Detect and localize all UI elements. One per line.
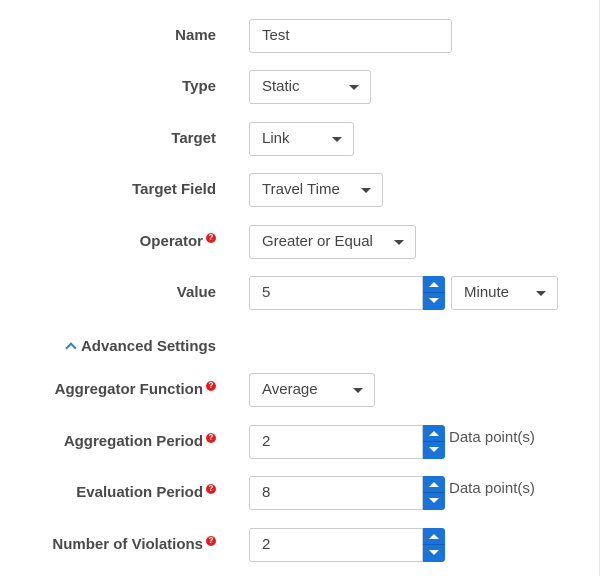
stepper-up-icon[interactable] [423, 476, 445, 493]
target-field-select[interactable]: Travel Time [249, 173, 383, 207]
operator-select-value: Greater or Equal [262, 233, 373, 250]
name-label: Name [175, 27, 216, 44]
value-row: Value 5 Minute [0, 276, 600, 310]
operator-row: Operator? Greater or Equal [0, 225, 600, 259]
question-icon[interactable]: ? [206, 484, 216, 494]
caret-down-icon [394, 240, 404, 245]
number-of-violations-label: Number of Violations? [52, 528, 216, 562]
advanced-settings-toggle[interactable]: Advanced Settings [65, 338, 216, 356]
evaluation-period-unit: Data point(s) [449, 480, 535, 497]
evaluation-period-row: Evaluation Period? 8 Data point(s) [0, 476, 600, 510]
number-of-violations-input[interactable]: 2 [249, 528, 423, 562]
unit-select[interactable]: Minute [451, 276, 558, 310]
stepper-down-icon[interactable] [423, 493, 445, 510]
question-icon[interactable]: ? [206, 381, 216, 391]
caret-down-icon [332, 137, 342, 142]
evaluation-period-stepper [423, 476, 445, 510]
stepper-down-icon[interactable] [423, 442, 445, 459]
target-select-value: Link [262, 130, 290, 147]
unit-select-value: Minute [464, 284, 510, 301]
aggregation-period-input[interactable]: 2 [249, 425, 423, 459]
type-row: Type Static [0, 70, 600, 104]
stepper-up-icon[interactable] [423, 528, 445, 545]
target-field-select-value: Travel Time [262, 181, 340, 198]
target-field-row: Target Field Travel Time [0, 173, 600, 207]
target-row: Target Link [0, 122, 600, 156]
target-label: Target [171, 130, 216, 147]
chevron-up-icon [65, 342, 77, 354]
value-label: Value [176, 284, 216, 301]
question-icon[interactable]: ? [206, 233, 216, 243]
question-icon[interactable]: ? [206, 536, 216, 546]
aggregation-period-label: Aggregation Period? [64, 425, 216, 459]
type-select-value: Static [262, 78, 300, 95]
operator-label: Operator? [140, 225, 216, 259]
aggregator-function-row: Aggregator Function? Average [0, 373, 600, 407]
operator-select[interactable]: Greater or Equal [249, 225, 416, 259]
caret-down-icon [361, 188, 371, 193]
name-row: Name Test [0, 19, 600, 53]
question-icon[interactable]: ? [206, 433, 216, 443]
evaluation-period-input[interactable]: 8 [249, 476, 423, 510]
type-label: Type [182, 78, 216, 95]
value-input[interactable]: 5 [249, 276, 423, 310]
aggregator-function-label: Aggregator Function? [55, 373, 216, 407]
aggregation-period-stepper [423, 425, 445, 459]
aggregator-function-select[interactable]: Average [249, 373, 375, 407]
target-select[interactable]: Link [249, 122, 354, 156]
value-stepper [423, 276, 445, 310]
stepper-down-icon[interactable] [423, 293, 445, 310]
aggregation-period-unit: Data point(s) [449, 429, 535, 446]
type-select[interactable]: Static [249, 70, 371, 104]
evaluation-period-label: Evaluation Period? [76, 476, 216, 510]
aggregation-period-row: Aggregation Period? 2 Data point(s) [0, 425, 600, 459]
stepper-up-icon[interactable] [423, 425, 445, 442]
number-of-violations-stepper [423, 528, 445, 562]
stepper-up-icon[interactable] [423, 276, 445, 293]
caret-down-icon [349, 85, 359, 90]
caret-down-icon [536, 291, 546, 296]
name-input[interactable]: Test [249, 19, 452, 53]
aggregator-function-select-value: Average [262, 381, 318, 398]
target-field-label: Target Field [132, 181, 216, 198]
number-of-violations-row: Number of Violations? 2 [0, 528, 600, 562]
stepper-down-icon[interactable] [423, 545, 445, 562]
advanced-settings-label: Advanced Settings [80, 338, 216, 355]
caret-down-icon [353, 388, 363, 393]
